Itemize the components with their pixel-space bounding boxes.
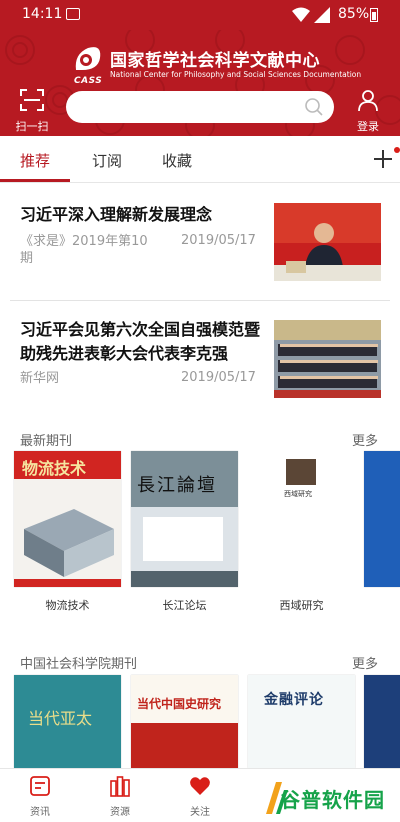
- news-date: 2019/05/17: [181, 370, 256, 385]
- signal-icon: [314, 7, 330, 23]
- tab-subscribe[interactable]: 订阅: [92, 150, 122, 171]
- divider: [10, 300, 390, 301]
- org-name-en: National Center for Philosophy and Socia…: [110, 70, 362, 79]
- journal-cover[interactable]: 当代亚太: [14, 675, 121, 768]
- tab-recommend[interactable]: 推荐: [20, 150, 50, 171]
- nav-news[interactable]: 资讯: [15, 775, 65, 818]
- search-box[interactable]: [66, 91, 334, 123]
- battery-icon: [370, 8, 378, 22]
- journal-cover[interactable]: 西域研究: [248, 451, 355, 587]
- tab-bar: 推荐 订阅 收藏: [0, 136, 400, 183]
- section-title-latest: 最新期刊: [20, 434, 73, 449]
- books-icon: [110, 776, 130, 797]
- news-date: 2019/05/17: [181, 233, 256, 248]
- journal-cover[interactable]: [364, 675, 400, 768]
- heart-icon: [190, 777, 210, 795]
- cover-illustration: [14, 509, 121, 587]
- login-button[interactable]: 登录: [352, 88, 384, 134]
- journal-cover[interactable]: 物流技术: [14, 451, 121, 587]
- battery-percent: 85%: [338, 6, 370, 22]
- cover-title: 西域研究: [284, 490, 312, 498]
- news-thumbnail[interactable]: [274, 203, 381, 281]
- watermark-text: 谷普软件园: [280, 788, 385, 812]
- journal-cover[interactable]: [364, 451, 400, 587]
- journal-name: 长江论坛: [162, 599, 207, 612]
- news-title[interactable]: 习近平会见第六次全国自强模范暨助残先进表彰大会代表李克强: [20, 318, 260, 366]
- app-header: CASS 国家哲学社会科学文献中心 National Center for Ph…: [0, 30, 400, 136]
- nav-follow[interactable]: 关注: [175, 775, 225, 818]
- scan-button[interactable]: 扫一扫: [14, 88, 50, 134]
- nav-resources[interactable]: 资源: [95, 775, 145, 818]
- notification-dot: [394, 147, 400, 153]
- journal-name: 物流技术: [45, 599, 90, 612]
- org-name-cn: 国家哲学社会科学文献中心: [110, 51, 320, 71]
- more-link-cass[interactable]: 更多: [352, 653, 378, 672]
- cover-title: 当代亚太: [28, 709, 93, 728]
- cover-title: 物流技术: [22, 459, 87, 478]
- wifi-icon: [292, 7, 310, 22]
- cover-title: 当代中国史研究: [137, 697, 222, 711]
- clock: 14:11: [22, 6, 63, 22]
- user-icon: [358, 90, 378, 112]
- cover-title: 長江論壇: [137, 475, 217, 496]
- scan-icon: [20, 89, 44, 111]
- news-icon: [30, 776, 50, 796]
- news-source: 《求是》2019年第10期: [20, 234, 148, 266]
- cover-title: 金融评论: [264, 692, 324, 708]
- journal-cover[interactable]: 長江論壇: [131, 451, 238, 587]
- journal-cover[interactable]: 金融评论: [248, 675, 355, 768]
- journal-name: 西域研究: [279, 599, 324, 612]
- search-icon[interactable]: [304, 97, 324, 117]
- nav-resources-label: 资源: [110, 807, 130, 818]
- tab-favorites[interactable]: 收藏: [162, 150, 192, 171]
- login-label: 登录: [357, 120, 379, 133]
- status-bar: 14:11 85%: [0, 0, 400, 30]
- scan-label: 扫一扫: [15, 120, 49, 133]
- nav-news-label: 资讯: [30, 807, 50, 818]
- more-link-latest[interactable]: 更多: [352, 430, 378, 449]
- logo-text: CASS: [74, 76, 103, 86]
- search-input[interactable]: [80, 98, 304, 118]
- news-thumbnail[interactable]: [274, 320, 381, 398]
- journal-cover[interactable]: 当代中国史研究: [131, 675, 238, 768]
- news-title[interactable]: 习近平深入理解新发展理念: [20, 203, 260, 227]
- add-channel-plus-icon[interactable]: [372, 148, 394, 170]
- nav-follow-label: 关注: [190, 807, 210, 818]
- news-source: 新华网: [20, 371, 60, 386]
- section-title-cass: 中国社会科学院期刊: [20, 657, 138, 672]
- active-tab-indicator: [0, 179, 70, 182]
- gallery-notification-icon: [66, 8, 80, 20]
- cass-logo-icon: [75, 47, 101, 70]
